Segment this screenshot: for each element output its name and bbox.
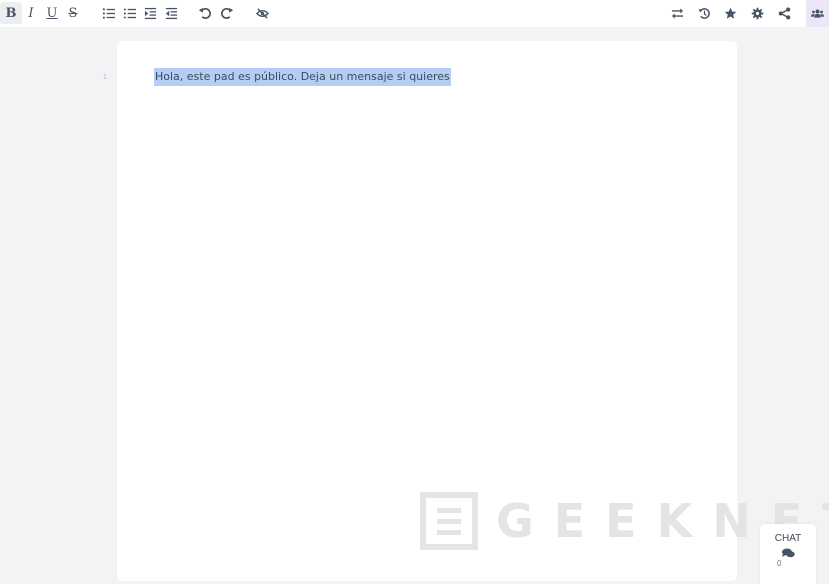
eye-slash-icon (255, 7, 269, 19)
chat-label: CHAT (774, 533, 802, 544)
gear-icon (751, 7, 763, 19)
clear-authorship-button[interactable] (251, 2, 273, 24)
users-icon (811, 9, 824, 18)
unordered-list-button[interactable] (118, 2, 140, 24)
outdent-button[interactable] (160, 2, 182, 24)
strikethrough-button[interactable]: S (62, 2, 84, 24)
settings-button[interactable] (746, 2, 768, 24)
italic-button[interactable]: I (20, 2, 42, 24)
outdent-icon (165, 7, 177, 19)
import-export-button[interactable] (666, 2, 688, 24)
exchange-icon (671, 7, 683, 19)
redo-button[interactable] (215, 2, 237, 24)
undo-icon (198, 7, 211, 19)
strikethrough-icon: S (68, 5, 78, 21)
timeslider-button[interactable] (693, 2, 715, 24)
share-icon (778, 7, 790, 19)
underline-button[interactable]: U (41, 2, 63, 24)
bold-button[interactable]: B (0, 2, 22, 24)
ordered-list-button[interactable] (97, 2, 119, 24)
redo-icon (220, 7, 233, 19)
chat-unread-count: 0 (777, 559, 782, 568)
saved-revision-button[interactable] (719, 2, 741, 24)
underline-icon: U (46, 5, 58, 21)
bold-icon: B (5, 5, 17, 21)
indent-icon (144, 7, 156, 19)
unordered-list-icon (123, 7, 136, 19)
undo-button[interactable] (194, 2, 216, 24)
ordered-list-icon (102, 7, 115, 19)
comments-icon (760, 545, 816, 563)
line-number: 1 (103, 74, 107, 81)
watermark-logo-icon (420, 492, 478, 550)
editor-line-selected-text[interactable]: Hola, este pad es público. Deja un mensa… (154, 68, 451, 86)
indent-button[interactable] (139, 2, 161, 24)
history-icon (697, 7, 710, 19)
chat-button[interactable]: CHAT 0 (760, 524, 816, 584)
share-button[interactable] (773, 2, 795, 24)
editbar: B I U S (0, 0, 829, 27)
italic-icon: I (28, 5, 34, 21)
star-icon (724, 7, 736, 19)
users-button[interactable] (806, 0, 829, 27)
